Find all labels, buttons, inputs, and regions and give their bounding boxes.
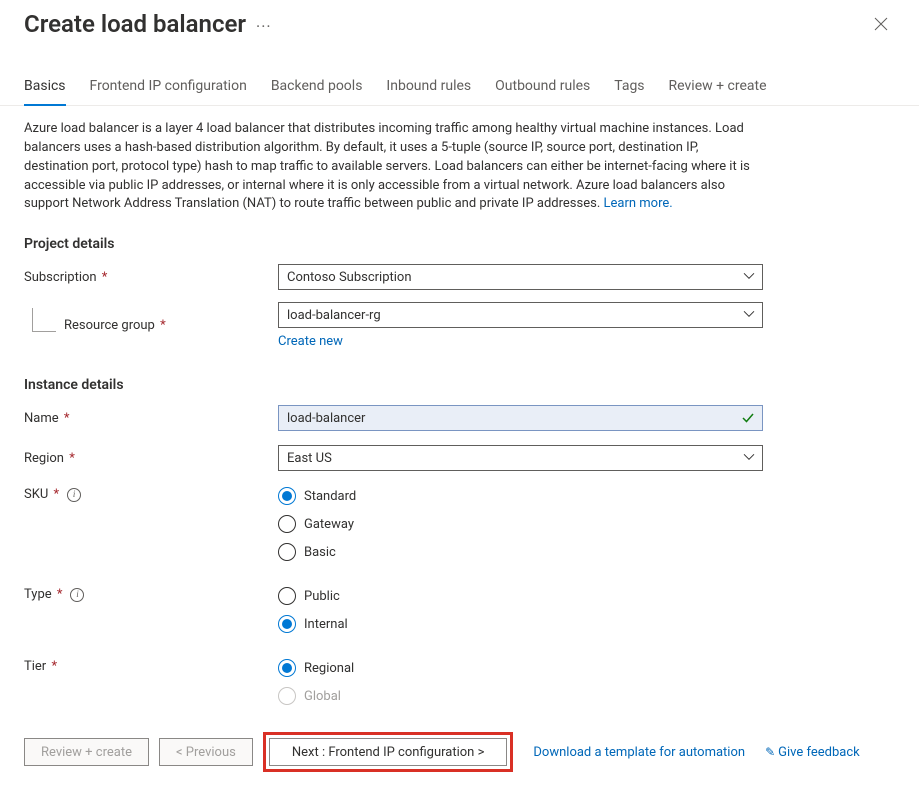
radio-label: Global [304,689,341,704]
create-new-resource-group-link[interactable]: Create new [278,334,343,349]
radio-label: Standard [304,489,356,504]
next-button-highlight: Next : Frontend IP configuration > [263,732,514,772]
feedback-icon: ✎ [765,745,775,759]
subscription-select[interactable]: Contoso Subscription [278,264,763,290]
radio-unchecked-icon [278,543,296,561]
review-create-button[interactable]: Review + create [24,738,149,766]
tab-inbound-rules[interactable]: Inbound rules [386,78,471,106]
tab-outbound-rules[interactable]: Outbound rules [495,78,590,106]
download-template-link[interactable]: Download a template for automation [533,745,745,760]
radio-label: Gateway [304,517,354,532]
tab-tags[interactable]: Tags [614,78,644,106]
required-asterisk: * [157,318,166,333]
previous-button[interactable]: < Previous [159,738,253,766]
sku-label: SKU * i [24,483,278,502]
close-icon [874,17,888,31]
required-asterisk: * [50,487,59,502]
name-input[interactable]: load-balancer [278,405,763,431]
project-details-heading: Project details [24,236,766,252]
wizard-tabs: Basics Frontend IP configuration Backend… [0,78,919,106]
hierarchy-bracket-icon [32,308,56,332]
learn-more-link[interactable]: Learn more. [603,196,672,211]
tab-backend-pools[interactable]: Backend pools [271,78,363,106]
resource-group-select[interactable]: load-balancer-rg [278,302,763,328]
region-select[interactable]: East US [278,445,763,471]
give-feedback-link[interactable]: ✎Give feedback [765,745,860,760]
tier-option-global: Global [278,683,763,709]
sku-option-standard[interactable]: Standard [278,483,763,509]
required-asterisk: * [66,451,75,466]
tab-review-create[interactable]: Review + create [669,78,767,106]
region-label: Region * [24,451,278,466]
info-icon[interactable]: i [67,488,81,502]
required-asterisk: * [54,587,63,602]
radio-checked-icon [278,615,296,633]
tab-basics[interactable]: Basics [24,78,66,106]
check-icon [741,411,755,425]
radio-checked-icon [278,659,296,677]
radio-label: Public [304,589,340,604]
type-label: Type * i [24,583,278,602]
sku-option-basic[interactable]: Basic [278,539,763,565]
radio-label: Internal [304,617,348,632]
tab-frontend-ip[interactable]: Frontend IP configuration [90,78,247,106]
radio-disabled-icon [278,687,296,705]
type-option-public[interactable]: Public [278,583,763,609]
required-asterisk: * [48,659,57,674]
tier-label: Tier * [24,655,278,674]
info-icon[interactable]: i [70,588,84,602]
radio-unchecked-icon [278,515,296,533]
next-button[interactable]: Next : Frontend IP configuration > [269,738,508,766]
title-more-icon[interactable]: ··· [256,17,272,36]
close-button[interactable] [867,10,895,38]
description-text: Azure load balancer is a layer 4 load ba… [24,120,766,214]
resource-group-label: Resource group * [24,318,278,333]
type-option-internal[interactable]: Internal [278,611,763,637]
required-asterisk: * [61,411,70,426]
radio-label: Basic [304,545,336,560]
subscription-label: Subscription * [24,270,278,285]
required-asterisk: * [99,270,108,285]
page-title: Create load balancer [24,10,246,38]
radio-label: Regional [304,661,354,676]
instance-details-heading: Instance details [24,377,766,393]
tier-option-regional[interactable]: Regional [278,655,763,681]
sku-option-gateway[interactable]: Gateway [278,511,763,537]
name-label: Name * [24,411,278,426]
radio-unchecked-icon [278,587,296,605]
radio-checked-icon [278,487,296,505]
